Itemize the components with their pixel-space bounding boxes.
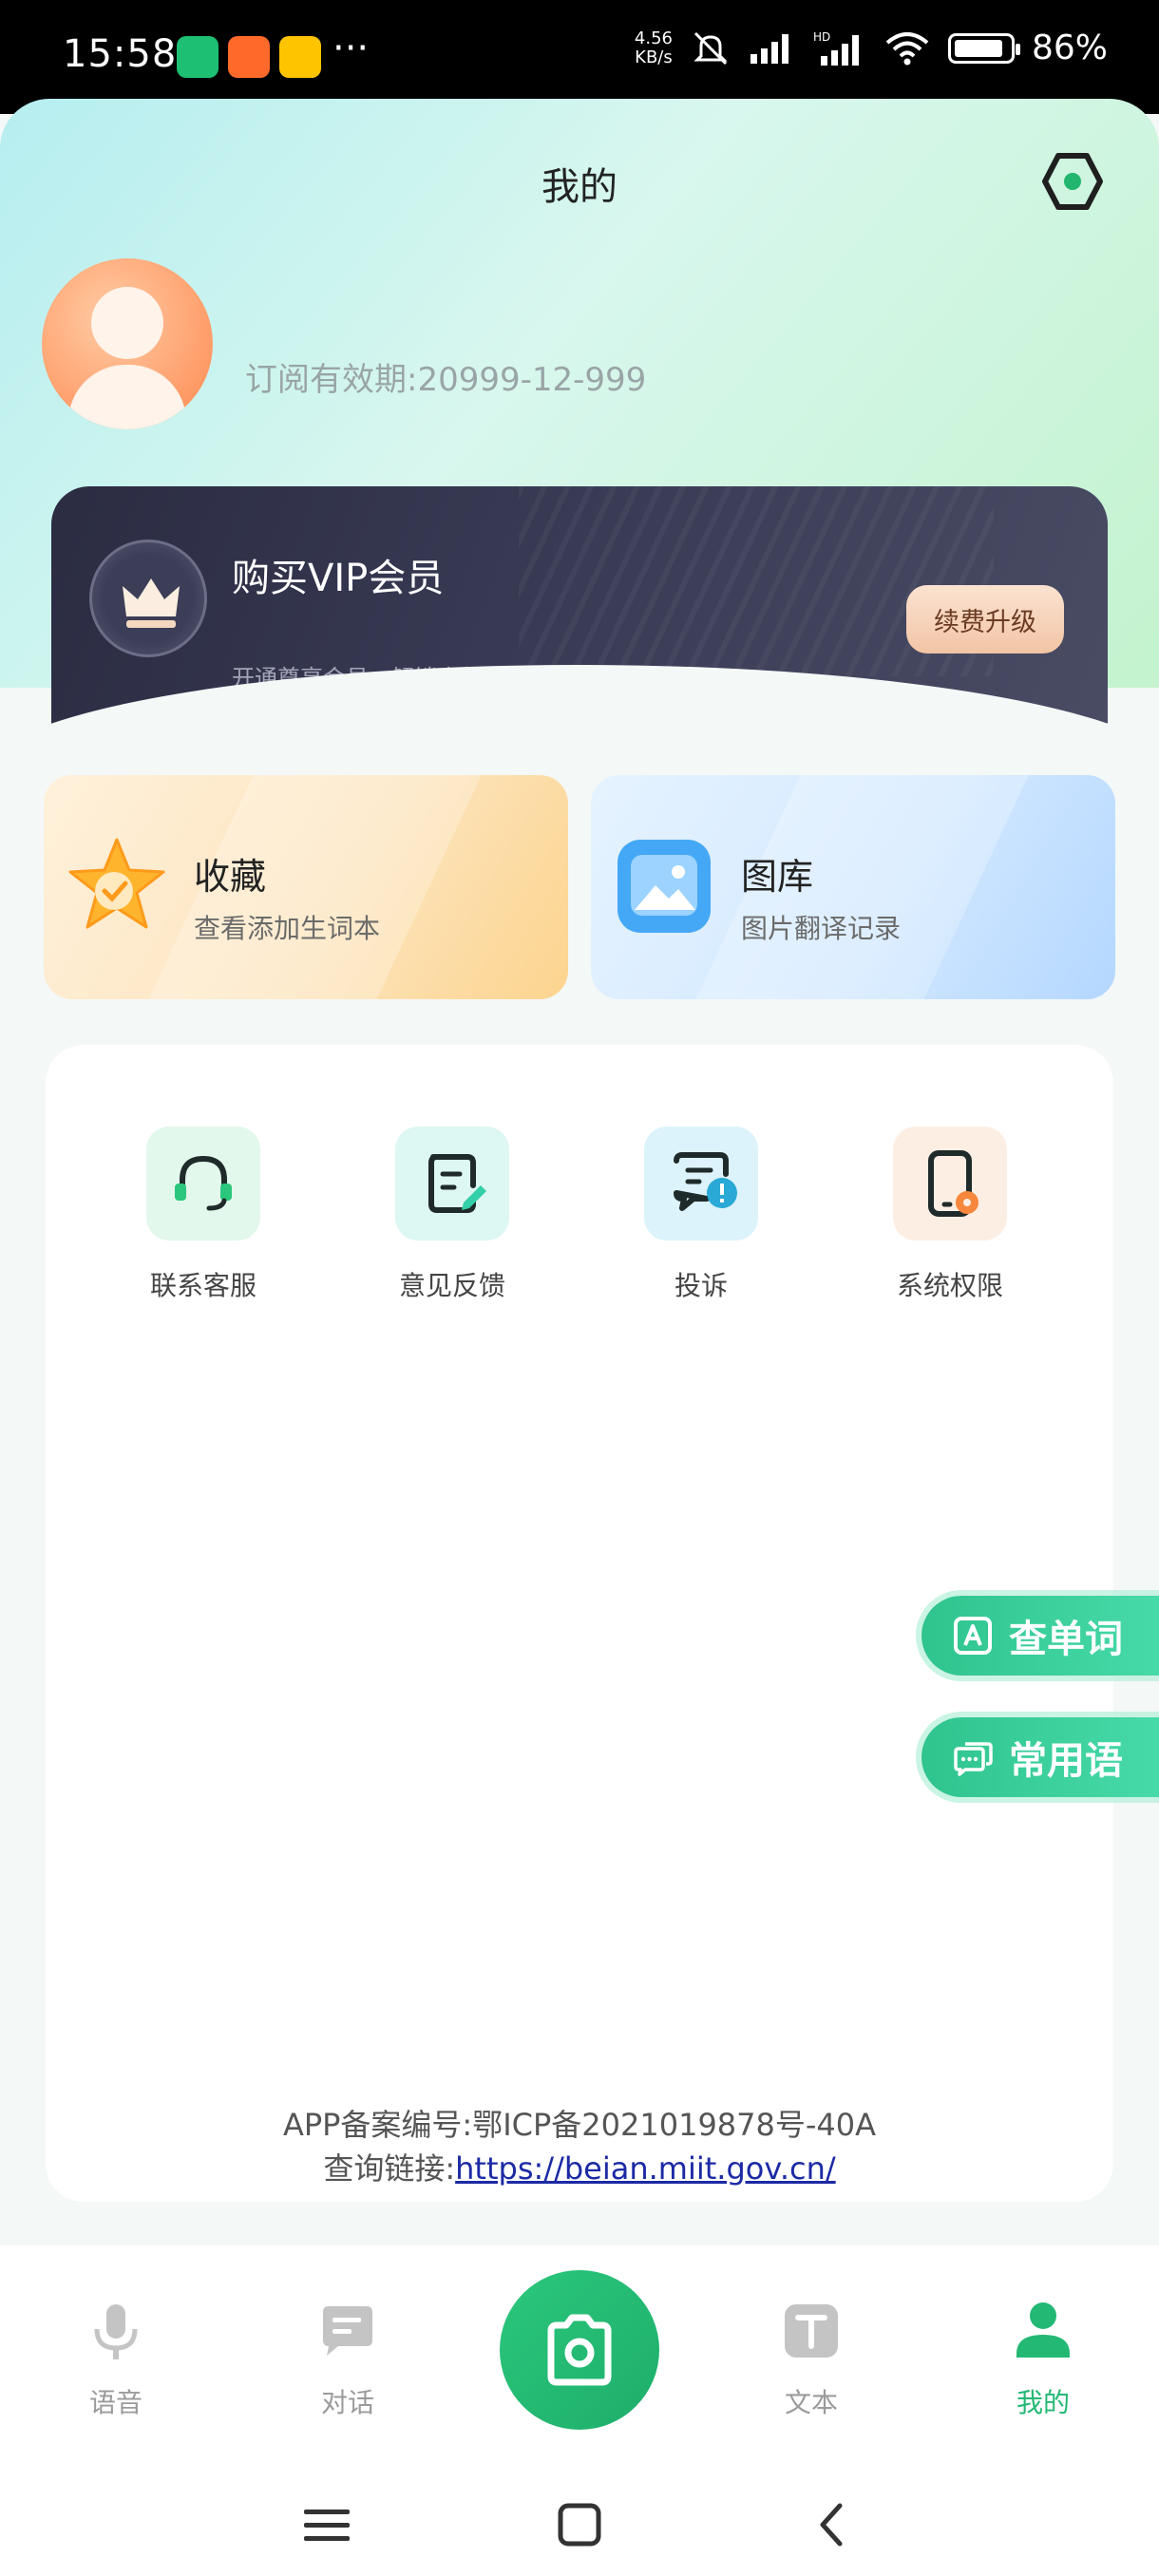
tab-label: 文本 xyxy=(784,2387,838,2418)
vip-title: 购买VIP会员 xyxy=(232,557,445,600)
microphone-icon xyxy=(94,2304,138,2359)
text-icon xyxy=(785,2304,838,2358)
tool-label: 系统权限 xyxy=(896,1270,1003,1301)
card-sheen xyxy=(667,775,1047,999)
notification-app-icon-3 xyxy=(279,36,321,78)
renew-upgrade-button[interactable]: 续费升级 xyxy=(906,585,1064,653)
person-icon xyxy=(1016,2302,1070,2358)
notification-app-icon-1 xyxy=(177,36,218,78)
crown-icon xyxy=(89,540,207,657)
lookup-word-label: 查单词 xyxy=(1009,1618,1123,1661)
mute-icon xyxy=(694,31,728,65)
net-speed-unit: KB/s xyxy=(635,47,673,67)
signal-hd-icon: HD xyxy=(813,30,859,66)
favorites-title: 收藏 xyxy=(194,856,267,898)
battery-level: 86% xyxy=(1031,28,1108,67)
tool-label: 联系客服 xyxy=(149,1270,256,1301)
feedback-icon xyxy=(395,1127,509,1241)
gallery-description: 图片翻译记录 xyxy=(741,913,902,944)
net-speed-value: 4.56 xyxy=(634,28,673,48)
common-phrases-button[interactable]: 常用语 xyxy=(922,1717,1159,1797)
favorites-description: 查看添加生词本 xyxy=(194,913,381,944)
card-sheen xyxy=(120,775,500,999)
query-link[interactable]: https://beian.miit.gov.cn/ xyxy=(455,2150,836,2187)
tool-system-permissions[interactable]: 系统权限 xyxy=(855,1127,1045,1303)
phrases-icon xyxy=(954,1742,993,1776)
tool-label: 意见反馈 xyxy=(398,1270,505,1301)
query-prefix: 查询链接: xyxy=(323,2150,456,2187)
wifi-icon xyxy=(885,31,929,65)
tool-label: 投诉 xyxy=(674,1270,728,1301)
star-check-icon xyxy=(68,838,165,929)
dictionary-icon xyxy=(954,1617,992,1655)
net-speed: 4.56 KB/s xyxy=(634,28,673,67)
signal-icon xyxy=(750,33,788,64)
settings-icon[interactable] xyxy=(1039,148,1106,215)
status-bar: 15:58 ··· 4.56 KB/s HD 86% xyxy=(0,0,1159,114)
page-title: 我的 xyxy=(542,165,618,209)
avatar[interactable] xyxy=(42,258,213,429)
camera-icon xyxy=(547,2314,612,2386)
common-phrases-label: 常用语 xyxy=(1009,1739,1123,1783)
gallery-title: 图库 xyxy=(741,856,814,898)
back-icon[interactable] xyxy=(804,2498,861,2551)
tab-conversation[interactable]: 对话 xyxy=(281,2301,414,2420)
tab-label: 语音 xyxy=(88,2387,142,2418)
tab-label: 对话 xyxy=(320,2387,374,2418)
gallery-icon xyxy=(618,840,711,933)
status-time: 15:58 xyxy=(63,32,178,76)
tool-complaint[interactable]: 投诉 xyxy=(606,1127,796,1303)
vip-card-curve xyxy=(51,665,1108,752)
tool-feedback[interactable]: 意见反馈 xyxy=(357,1127,547,1303)
avatar-body xyxy=(68,365,186,429)
subscription-expiry: 订阅有效期:20999-12-999 xyxy=(245,361,647,399)
headset-icon xyxy=(146,1127,260,1241)
bottom-tab-bar: 语音 对话 文本 我的 xyxy=(0,2245,1159,2473)
battery-icon xyxy=(947,32,1020,64)
chat-icon xyxy=(323,2306,372,2356)
icp-record: APP备案编号:鄂ICP备2021019878号-40A xyxy=(282,2107,877,2143)
home-icon[interactable] xyxy=(551,2498,608,2551)
phone-settings-icon xyxy=(893,1127,1007,1241)
system-navigation-bar xyxy=(0,2473,1159,2576)
tab-text[interactable]: 文本 xyxy=(745,2301,878,2420)
tab-voice[interactable]: 语音 xyxy=(49,2301,182,2420)
tool-customer-service[interactable]: 联系客服 xyxy=(108,1127,298,1303)
status-right-group: 4.56 KB/s HD 86% xyxy=(635,28,1108,67)
tab-mine[interactable]: 我的 xyxy=(977,2301,1110,2420)
more-notifications-icon: ··· xyxy=(332,27,370,70)
avatar-head xyxy=(91,287,163,359)
tab-label: 我的 xyxy=(1016,2387,1070,2418)
favorites-card[interactable]: 收藏 查看添加生词本 xyxy=(44,775,568,999)
lookup-word-button[interactable]: 查单词 xyxy=(922,1596,1159,1676)
profile-page: 我的 订阅有效期:20999-12-999 购买VIP会员 开通尊享会员，解锁全… xyxy=(0,99,1159,2245)
complaint-icon xyxy=(644,1127,758,1241)
gallery-card[interactable]: 图库 图片翻译记录 xyxy=(591,775,1115,999)
query-link-row: 查询链接:https://beian.miit.gov.cn/ xyxy=(46,2145,1113,2188)
vip-card[interactable]: 购买VIP会员 开通尊享会员，解锁全部专属权益 续费升级 xyxy=(51,486,1108,752)
menu-icon[interactable] xyxy=(298,2498,355,2551)
notification-app-icon-2 xyxy=(228,36,270,78)
camera-button[interactable] xyxy=(500,2270,659,2430)
svg-text:HD: HD xyxy=(813,30,830,44)
